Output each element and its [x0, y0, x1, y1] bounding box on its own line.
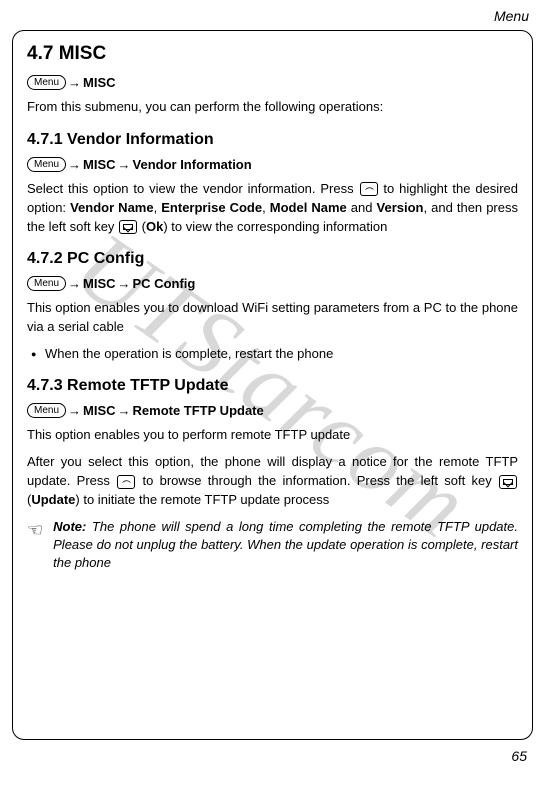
hand-icon: ☜: [27, 518, 43, 573]
page-header-category: Menu: [12, 8, 533, 24]
nav-label: PC Config: [133, 276, 196, 291]
menu-button-icon: Menu: [27, 157, 66, 172]
text-fragment: to browse through the information. Press…: [136, 473, 498, 488]
nav-path-vendor: Menu → MISC → Vendor Information: [27, 157, 518, 172]
text-fragment: and: [347, 200, 377, 215]
nav-label: Remote TFTP Update: [133, 403, 264, 418]
wifi-key-icon: [117, 475, 135, 489]
arrow-icon: →: [68, 75, 81, 90]
section-intro: From this submenu, you can perform the f…: [27, 98, 518, 117]
subsection-title-tftp: 4.7.3 Remote TFTP Update: [27, 377, 518, 395]
nav-label: MISC: [83, 403, 116, 418]
arrow-icon: →: [118, 276, 131, 291]
nav-label: MISC: [83, 75, 116, 90]
menu-button-icon: Menu: [27, 403, 66, 418]
arrow-icon: →: [118, 403, 131, 418]
menu-button-icon: Menu: [27, 75, 66, 90]
arrow-icon: →: [68, 276, 81, 291]
subsection-title-pcconfig: 4.7.2 PC Config: [27, 250, 518, 268]
note-label: Note:: [53, 519, 86, 534]
tftp-paragraph-1: This option enables you to perform remot…: [27, 426, 518, 445]
text-fragment: (: [138, 219, 146, 234]
arrow-icon: →: [68, 403, 81, 418]
nav-path-tftp: Menu → MISC → Remote TFTP Update: [27, 403, 518, 418]
menu-button-icon: Menu: [27, 276, 66, 291]
tftp-paragraph-2: After you select this option, the phone …: [27, 453, 518, 510]
arrow-icon: →: [68, 157, 81, 172]
arrow-icon: →: [118, 157, 131, 172]
text-fragment: ) to initiate the remote TFTP update pro…: [75, 492, 329, 507]
vendor-paragraph: Select this option to view the vendor in…: [27, 180, 518, 237]
text-fragment: ) to view the corresponding information: [163, 219, 387, 234]
pcconfig-paragraph: This option enables you to download WiFi…: [27, 299, 518, 337]
option-version: Version: [377, 200, 424, 215]
ok-label: Ok: [146, 219, 163, 234]
text-fragment: Select this option to view the vendor in…: [27, 181, 359, 196]
option-enterprise-code: Enterprise Code: [161, 200, 262, 215]
nav-label: MISC: [83, 157, 116, 172]
text-fragment: ,: [262, 200, 270, 215]
nav-path-pcconfig: Menu → MISC → PC Config: [27, 276, 518, 291]
wifi-key-icon: [360, 182, 378, 196]
subsection-title-vendor: 4.7.1 Vendor Information: [27, 131, 518, 149]
softkey-icon: [119, 220, 137, 234]
bullet-list: When the operation is complete, restart …: [27, 345, 518, 363]
page-content-box: UTStarcom 4.7 MISC Menu → MISC From this…: [12, 30, 533, 740]
note-text: Note: The phone will spend a long time c…: [53, 518, 518, 573]
softkey-icon: [499, 475, 517, 489]
list-item: When the operation is complete, restart …: [31, 345, 518, 363]
option-model-name: Model Name: [270, 200, 347, 215]
option-vendor-name: Vendor Name: [70, 200, 154, 215]
note-block: ☜ Note: The phone will spend a long time…: [27, 518, 518, 573]
section-title: 4.7 MISC: [27, 43, 518, 65]
nav-path-misc: Menu → MISC: [27, 75, 518, 90]
note-body: The phone will spend a long time complet…: [53, 519, 518, 570]
nav-label: Vendor Information: [133, 157, 252, 172]
nav-label: MISC: [83, 276, 116, 291]
page-number: 65: [12, 748, 533, 764]
update-label: Update: [31, 492, 75, 507]
